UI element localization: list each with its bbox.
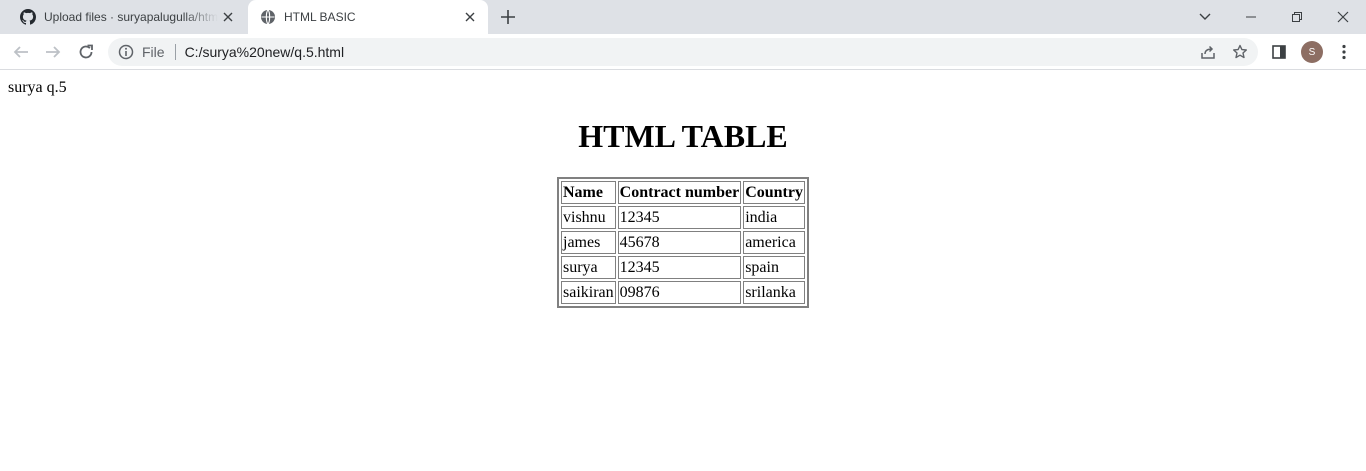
table-row: saikiran 09876 srilanka xyxy=(561,281,805,304)
intro-text: surya q.5 xyxy=(8,79,67,96)
close-tab-icon[interactable] xyxy=(460,7,480,27)
side-panel-button[interactable] xyxy=(1265,38,1293,66)
cell-contract-number: 45678 xyxy=(617,231,742,254)
data-table: Name Contract number Country vishnu 1234… xyxy=(557,177,809,308)
cell-name: surya xyxy=(561,256,616,279)
address-divider xyxy=(174,44,176,60)
close-tab-icon[interactable] xyxy=(218,7,238,27)
info-icon[interactable] xyxy=(118,44,134,60)
browser-toolbar: File C:/surya%20new/q.5.html S xyxy=(0,34,1366,70)
profile-avatar[interactable]: S xyxy=(1301,41,1323,63)
cell-contract-number: 12345 xyxy=(617,206,742,229)
cell-contract-number: 12345 xyxy=(617,256,742,279)
back-button[interactable] xyxy=(7,38,35,66)
bookmark-star-icon[interactable] xyxy=(1232,44,1248,60)
cell-country: srilanka xyxy=(743,281,805,304)
tab-search-button[interactable] xyxy=(1182,0,1228,34)
cell-country: spain xyxy=(743,256,805,279)
header-name: Name xyxy=(561,181,616,204)
plus-icon xyxy=(501,10,515,24)
close-icon xyxy=(1337,11,1349,23)
header-contract-number: Contract number xyxy=(617,181,742,204)
share-icon[interactable] xyxy=(1200,44,1216,60)
restore-button[interactable] xyxy=(1274,0,1320,34)
tab-title: HTML BASIC xyxy=(284,10,356,24)
menu-button[interactable] xyxy=(1330,38,1358,66)
chevron-down-icon xyxy=(1199,13,1211,20)
table-header-row: Name Contract number Country xyxy=(561,181,805,204)
more-vert-icon xyxy=(1342,44,1346,60)
globe-icon xyxy=(260,9,276,25)
reload-button[interactable] xyxy=(72,38,100,66)
restore-icon xyxy=(1292,12,1302,22)
github-icon xyxy=(20,9,36,25)
url-text[interactable]: C:/surya%20new/q.5.html xyxy=(185,44,345,60)
minimize-icon xyxy=(1246,16,1256,18)
header-country: Country xyxy=(743,181,805,204)
tab-upload-files[interactable]: Upload files · suryapalugulla/html xyxy=(8,0,246,34)
side-panel-icon xyxy=(1272,45,1286,59)
table-row: vishnu 12345 india xyxy=(561,206,805,229)
cell-name: saikiran xyxy=(561,281,616,304)
cell-country: america xyxy=(743,231,805,254)
address-bar[interactable]: File C:/surya%20new/q.5.html xyxy=(108,38,1258,66)
forward-button[interactable] xyxy=(39,38,67,66)
tab-title: Upload files · suryapalugulla/html xyxy=(44,10,218,24)
close-window-button[interactable] xyxy=(1320,0,1366,34)
page-content: surya q.5 HTML TABLE Name Contract numbe… xyxy=(0,71,1366,471)
table-row: james 45678 america xyxy=(561,231,805,254)
cell-name: vishnu xyxy=(561,206,616,229)
new-tab-button[interactable] xyxy=(498,7,518,27)
cell-name: james xyxy=(561,231,616,254)
page-heading: HTML TABLE xyxy=(578,118,788,154)
table-row: surya 12345 spain xyxy=(561,256,805,279)
arrow-left-icon xyxy=(13,46,28,58)
minimize-button[interactable] xyxy=(1228,0,1274,34)
tab-html-basic[interactable]: HTML BASIC xyxy=(248,0,488,34)
scheme-label: File xyxy=(142,44,165,60)
cell-contract-number: 09876 xyxy=(617,281,742,304)
arrow-right-icon xyxy=(46,46,61,58)
cell-country: india xyxy=(743,206,805,229)
reload-icon xyxy=(79,44,93,59)
tab-strip: Upload files · suryapalugulla/html HTML … xyxy=(0,0,1366,34)
